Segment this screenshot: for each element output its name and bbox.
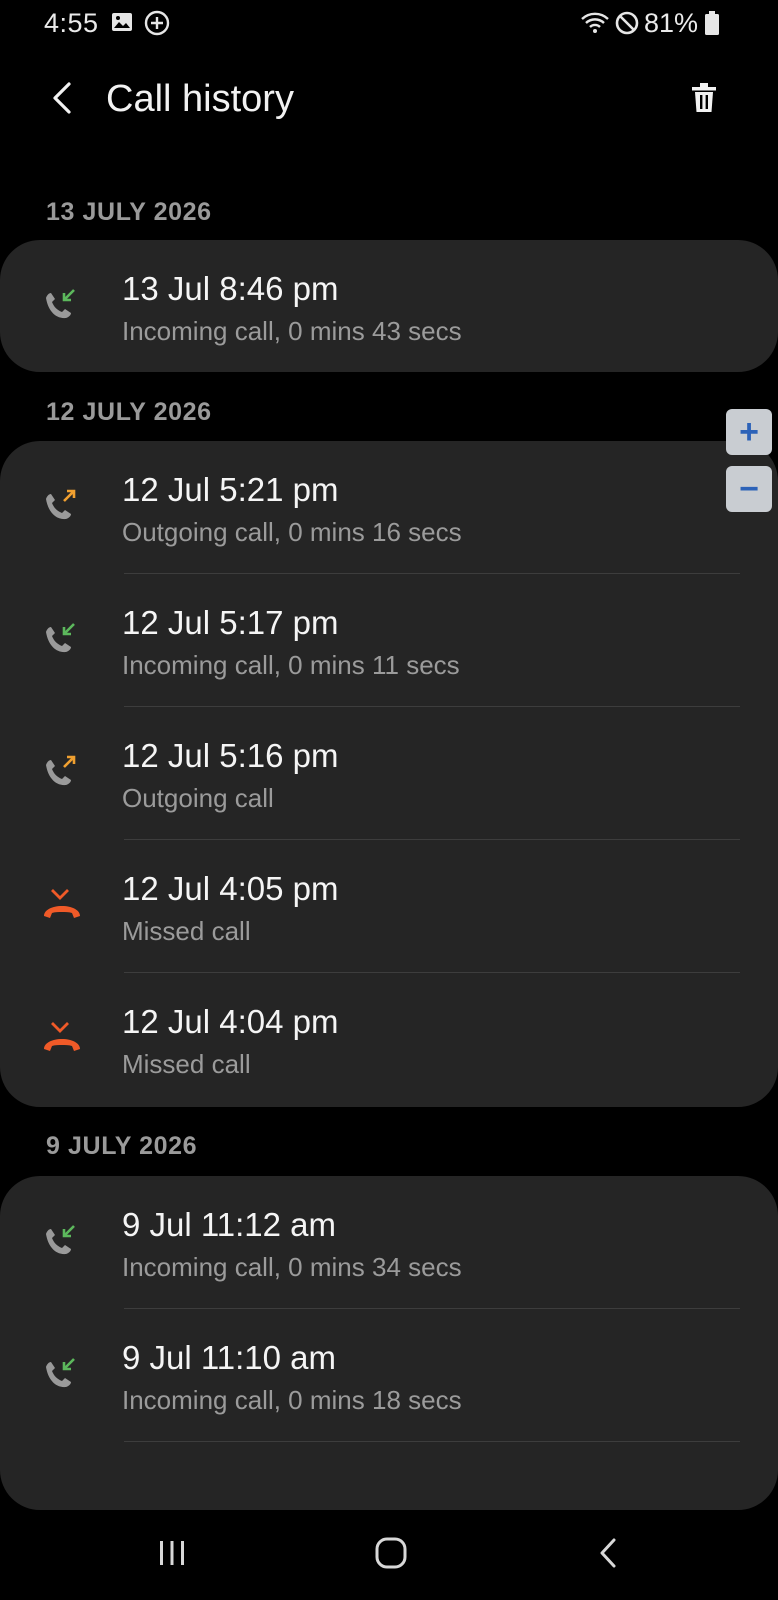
back-arrow-icon xyxy=(49,81,75,120)
call-time: 13 Jul 8:46 pm xyxy=(122,270,339,307)
call-card: 12 Jul 5:21 pm Outgoing call, 0 mins 16 … xyxy=(0,441,778,1107)
call-card: 9 Jul 11:12 am Incoming call, 0 mins 34 … xyxy=(0,1176,778,1510)
outgoing-call-icon xyxy=(40,751,84,795)
recents-icon xyxy=(156,1538,188,1573)
incoming-call-icon xyxy=(40,1353,84,1397)
wifi-icon xyxy=(580,10,610,41)
divider xyxy=(124,1441,740,1442)
call-detail: Outgoing call, 0 mins 16 secs xyxy=(122,517,462,547)
call-row[interactable]: 12 Jul 5:17 pm Incoming call, 0 mins 11 … xyxy=(0,574,778,707)
section-date: 9 JULY 2026 xyxy=(46,1132,198,1160)
outgoing-call-icon xyxy=(40,485,84,529)
do-not-disturb-icon xyxy=(614,10,640,41)
call-detail: Outgoing call xyxy=(122,783,274,813)
call-row[interactable]: 9 Jul 11:10 am Incoming call, 0 mins 18 … xyxy=(0,1309,778,1442)
battery-percent: 81% xyxy=(643,8,698,38)
incoming-call-icon xyxy=(40,1220,84,1264)
add-circle-icon xyxy=(144,10,170,41)
image-icon xyxy=(110,10,134,39)
status-bar: 4:55 81% xyxy=(0,0,778,48)
zoom-out-button[interactable]: − xyxy=(726,466,772,512)
call-time: 12 Jul 5:21 pm xyxy=(122,471,339,508)
home-icon xyxy=(374,1536,408,1575)
section-date: 13 JULY 2026 xyxy=(46,198,212,226)
call-time: 12 Jul 4:04 pm xyxy=(122,1003,339,1040)
status-time: 4:55 xyxy=(44,8,99,38)
call-row[interactable]: 12 Jul 4:05 pm Missed call xyxy=(0,840,778,973)
call-detail: Missed call xyxy=(122,916,251,946)
call-time: 9 Jul 11:12 am xyxy=(122,1206,337,1243)
call-row[interactable]: 9 Jul 11:12 am Incoming call, 0 mins 34 … xyxy=(0,1176,778,1309)
incoming-call-icon xyxy=(40,284,84,328)
incoming-call-icon xyxy=(40,618,84,662)
home-button[interactable] xyxy=(361,1530,421,1580)
call-detail: Incoming call, 0 mins 18 secs xyxy=(122,1385,462,1415)
call-detail: Incoming call, 0 mins 34 secs xyxy=(122,1252,462,1282)
delete-button[interactable] xyxy=(682,78,726,122)
page-title: Call history xyxy=(106,78,294,120)
app-bar: Call history xyxy=(0,60,778,140)
zoom-in-button[interactable]: + xyxy=(726,409,772,455)
call-row[interactable]: 12 Jul 5:21 pm Outgoing call, 0 mins 16 … xyxy=(0,441,778,574)
call-row[interactable]: 12 Jul 4:04 pm Missed call xyxy=(0,973,778,1107)
nav-back-button[interactable] xyxy=(578,1530,638,1580)
call-detail: Incoming call, 0 mins 43 secs xyxy=(122,316,462,346)
section-date: 12 JULY 2026 xyxy=(46,398,212,426)
navigation-bar xyxy=(0,1510,778,1600)
missed-call-icon xyxy=(40,884,84,928)
call-row[interactable]: 12 Jul 5:16 pm Outgoing call xyxy=(0,707,778,840)
call-time: 12 Jul 5:17 pm xyxy=(122,604,339,641)
call-detail: Incoming call, 0 mins 11 secs xyxy=(122,650,460,680)
back-button[interactable] xyxy=(40,78,84,122)
recents-button[interactable] xyxy=(142,1530,202,1580)
call-time: 12 Jul 4:05 pm xyxy=(122,870,339,907)
call-detail: Missed call xyxy=(122,1049,251,1079)
trash-icon xyxy=(690,82,718,119)
call-row[interactable]: 13 Jul 8:46 pm Incoming call, 0 mins 43 … xyxy=(0,240,778,372)
call-time: 12 Jul 5:16 pm xyxy=(122,737,339,774)
call-card: 13 Jul 8:46 pm Incoming call, 0 mins 43 … xyxy=(0,240,778,372)
back-icon xyxy=(596,1537,620,1574)
missed-call-icon xyxy=(40,1017,84,1061)
call-time: 9 Jul 11:10 am xyxy=(122,1339,337,1376)
battery-icon xyxy=(704,10,720,41)
